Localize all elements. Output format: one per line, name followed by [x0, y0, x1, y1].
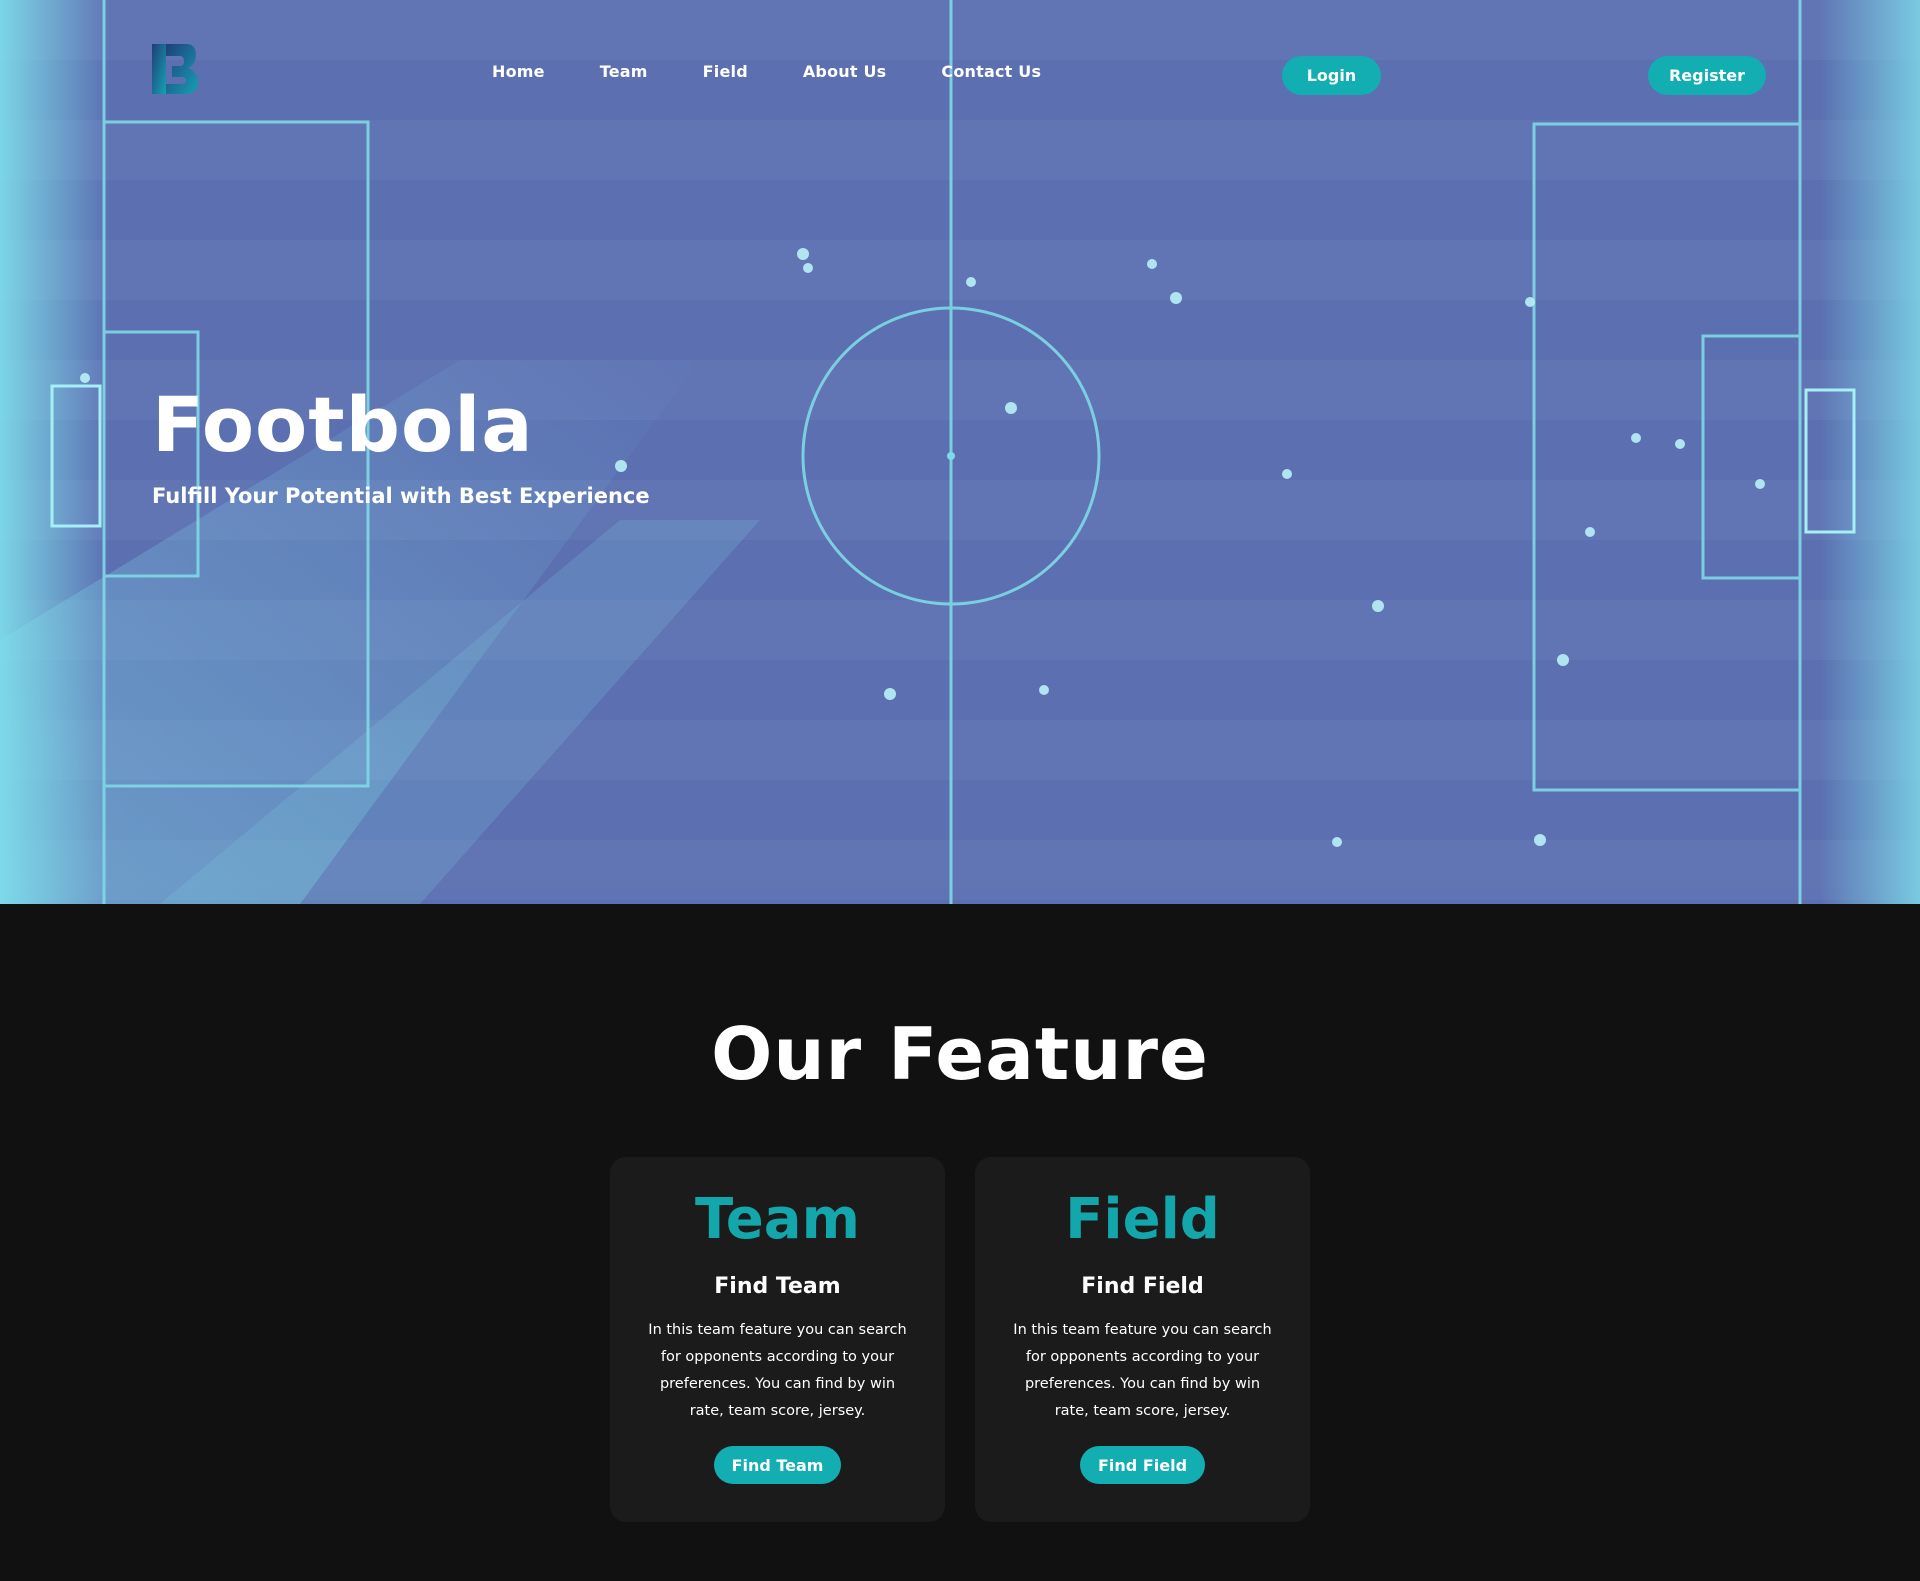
nav-field-link[interactable]: Field — [703, 62, 748, 81]
feature-card-heading: Field — [1065, 1187, 1220, 1252]
hero-section: Home Team Field About Us Contact Us Logi… — [0, 0, 1920, 904]
hero-subtitle: Fulfill Your Potential with Best Experie… — [152, 484, 650, 508]
features-section: Our Feature Team Find Team In this team … — [0, 904, 1920, 1581]
main-nav: Home Team Field About Us Contact Us — [492, 62, 1096, 81]
nav-home-link[interactable]: Home — [492, 62, 545, 81]
feature-card-subheading: Find Field — [1081, 1274, 1204, 1299]
feature-card-team: Team Find Team In this team feature you … — [610, 1157, 945, 1522]
feature-card-subheading: Find Team — [714, 1274, 841, 1299]
footbola-logo-icon[interactable] — [152, 44, 198, 94]
find-field-button[interactable]: Find Field — [1080, 1446, 1205, 1484]
top-navigation-bar: Home Team Field About Us Contact Us Logi… — [0, 0, 1920, 150]
hero-title: Footbola — [152, 380, 534, 469]
nav-about-us-link[interactable]: About Us — [803, 62, 887, 81]
register-button[interactable]: Register — [1648, 56, 1766, 95]
find-team-button[interactable]: Find Team — [714, 1446, 841, 1484]
nav-contact-us-link[interactable]: Contact Us — [941, 62, 1041, 81]
feature-card-heading: Team — [695, 1187, 860, 1252]
login-button[interactable]: Login — [1282, 56, 1381, 95]
feature-card-field: Field Find Field In this team feature yo… — [975, 1157, 1310, 1522]
nav-team-link[interactable]: Team — [600, 62, 648, 81]
feature-card-description: In this team feature you can search for … — [1013, 1322, 1272, 1419]
feature-card-description: In this team feature you can search for … — [648, 1322, 907, 1419]
features-title: Our Feature — [711, 1012, 1209, 1096]
